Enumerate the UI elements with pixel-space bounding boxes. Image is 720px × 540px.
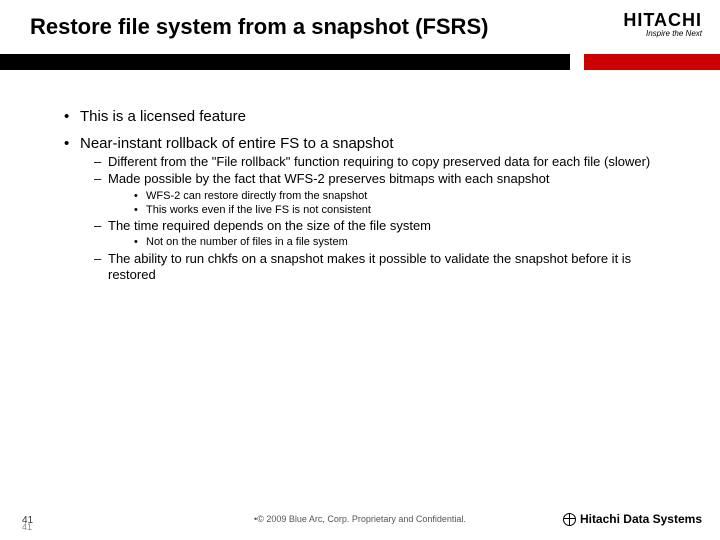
list-item-text: Near-instant rollback of entire FS to a … <box>80 135 394 152</box>
footer-brand: Hitachi Data Systems <box>563 512 702 526</box>
globe-icon <box>563 513 576 526</box>
list-item-text: The time required depends on the size of… <box>108 218 431 233</box>
sub-sub-list: Not on the number of files in a file sys… <box>134 235 680 249</box>
list-item: Different from the "File rollback" funct… <box>94 154 680 170</box>
page-title: Restore file system from a snapshot (FSR… <box>30 14 488 40</box>
list-item: Not on the number of files in a file sys… <box>134 235 680 249</box>
header: Restore file system from a snapshot (FSR… <box>0 0 720 70</box>
footer-brand-text: Hitachi Data Systems <box>580 512 702 526</box>
list-item: Made possible by the fact that WFS-2 pre… <box>94 171 680 217</box>
list-item: This is a licensed feature <box>64 108 680 125</box>
header-divider <box>0 54 720 70</box>
brand-logo: HITACHI Inspire the Next <box>623 10 702 38</box>
list-item: The time required depends on the size of… <box>94 218 680 250</box>
slide: Restore file system from a snapshot (FSR… <box>0 0 720 540</box>
content-body: This is a licensed feature Near-instant … <box>64 98 680 289</box>
list-item: The ability to run chkfs on a snapshot m… <box>94 251 680 284</box>
sub-sub-list: WFS-2 can restore directly from the snap… <box>134 189 680 218</box>
list-item: Near-instant rollback of entire FS to a … <box>64 135 680 283</box>
brand-name: HITACHI <box>623 10 702 31</box>
list-item: This works even if the live FS is not co… <box>134 203 680 217</box>
sub-list: Different from the "File rollback" funct… <box>94 154 680 283</box>
divider-gap <box>570 54 584 70</box>
divider-black <box>0 54 570 70</box>
list-item: WFS-2 can restore directly from the snap… <box>134 189 680 203</box>
divider-red <box>584 54 720 70</box>
list-item-text: Made possible by the fact that WFS-2 pre… <box>108 171 550 186</box>
footer: 41 41 •© 2009 Blue Arc, Corp. Proprietar… <box>0 506 720 530</box>
bullet-list: This is a licensed feature Near-instant … <box>64 108 680 283</box>
